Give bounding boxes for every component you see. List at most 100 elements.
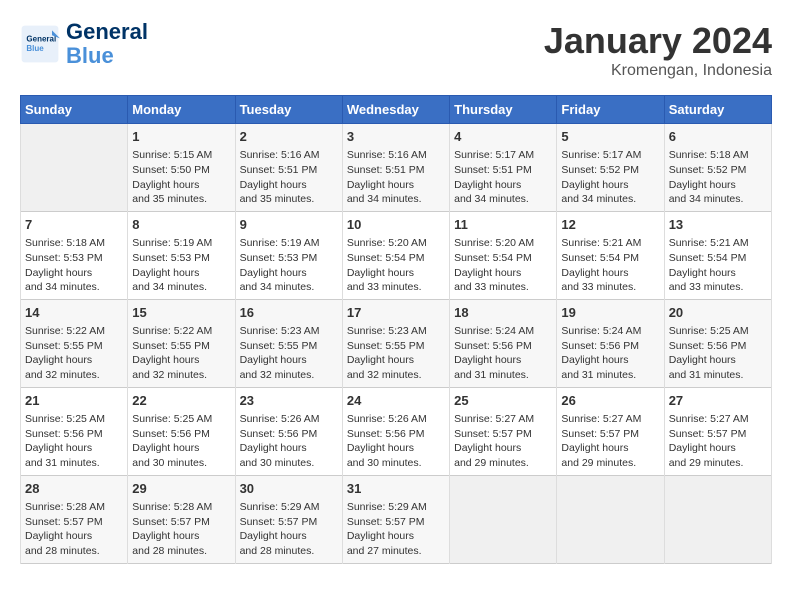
sunrise-label: Sunrise: 5:28 AM xyxy=(25,501,105,513)
day-info: Sunrise: 5:18 AM Sunset: 5:52 PM Dayligh… xyxy=(669,148,767,207)
day-number: 22 xyxy=(132,392,230,410)
daylight-value: and 35 minutes. xyxy=(240,193,315,205)
daylight-value: and 30 minutes. xyxy=(132,457,207,469)
week-row-2: 7 Sunrise: 5:18 AM Sunset: 5:53 PM Dayli… xyxy=(21,211,772,299)
day-number: 13 xyxy=(669,216,767,234)
calendar-cell: 21 Sunrise: 5:25 AM Sunset: 5:56 PM Dayl… xyxy=(21,387,128,475)
daylight-label: Daylight hours xyxy=(25,267,92,279)
sunrise-label: Sunrise: 5:25 AM xyxy=(25,413,105,425)
sunrise-label: Sunrise: 5:28 AM xyxy=(132,501,212,513)
calendar-cell: 16 Sunrise: 5:23 AM Sunset: 5:55 PM Dayl… xyxy=(235,299,342,387)
sunset-label: Sunset: 5:57 PM xyxy=(669,428,747,440)
day-number: 29 xyxy=(132,480,230,498)
daylight-value: and 33 minutes. xyxy=(561,281,636,293)
day-info: Sunrise: 5:25 AM Sunset: 5:56 PM Dayligh… xyxy=(132,412,230,471)
calendar-cell: 26 Sunrise: 5:27 AM Sunset: 5:57 PM Dayl… xyxy=(557,387,664,475)
daylight-label: Daylight hours xyxy=(240,354,307,366)
day-number: 26 xyxy=(561,392,659,410)
sunset-label: Sunset: 5:57 PM xyxy=(454,428,532,440)
daylight-value: and 34 minutes. xyxy=(25,281,100,293)
daylight-value: and 34 minutes. xyxy=(669,193,744,205)
daylight-value: and 31 minutes. xyxy=(669,369,744,381)
daylight-label: Daylight hours xyxy=(240,530,307,542)
daylight-value: and 34 minutes. xyxy=(347,193,422,205)
calendar-cell: 11 Sunrise: 5:20 AM Sunset: 5:54 PM Dayl… xyxy=(450,211,557,299)
calendar-cell: 19 Sunrise: 5:24 AM Sunset: 5:56 PM Dayl… xyxy=(557,299,664,387)
title-section: January 2024 Kromengan, Indonesia xyxy=(544,20,772,80)
daylight-value: and 31 minutes. xyxy=(25,457,100,469)
daylight-label: Daylight hours xyxy=(132,267,199,279)
sunset-label: Sunset: 5:51 PM xyxy=(454,164,532,176)
sunrise-label: Sunrise: 5:24 AM xyxy=(561,325,641,337)
day-number: 16 xyxy=(240,304,338,322)
daylight-value: and 34 minutes. xyxy=(561,193,636,205)
sunset-label: Sunset: 5:56 PM xyxy=(240,428,318,440)
day-number: 4 xyxy=(454,128,552,146)
daylight-label: Daylight hours xyxy=(669,354,736,366)
week-row-3: 14 Sunrise: 5:22 AM Sunset: 5:55 PM Dayl… xyxy=(21,299,772,387)
daylight-label: Daylight hours xyxy=(347,442,414,454)
day-info: Sunrise: 5:18 AM Sunset: 5:53 PM Dayligh… xyxy=(25,236,123,295)
calendar-title: January 2024 xyxy=(544,20,772,62)
day-info: Sunrise: 5:19 AM Sunset: 5:53 PM Dayligh… xyxy=(240,236,338,295)
logo-icon: General Blue xyxy=(20,24,60,64)
sunset-label: Sunset: 5:54 PM xyxy=(347,252,425,264)
daylight-label: Daylight hours xyxy=(454,354,521,366)
calendar-cell: 9 Sunrise: 5:19 AM Sunset: 5:53 PM Dayli… xyxy=(235,211,342,299)
sunrise-label: Sunrise: 5:26 AM xyxy=(240,413,320,425)
sunset-label: Sunset: 5:52 PM xyxy=(669,164,747,176)
sunrise-label: Sunrise: 5:21 AM xyxy=(669,237,749,249)
day-info: Sunrise: 5:27 AM Sunset: 5:57 PM Dayligh… xyxy=(669,412,767,471)
daylight-value: and 34 minutes. xyxy=(132,281,207,293)
svg-text:Blue: Blue xyxy=(26,44,44,53)
sunrise-label: Sunrise: 5:20 AM xyxy=(454,237,534,249)
sunset-label: Sunset: 5:55 PM xyxy=(240,340,318,352)
sunrise-label: Sunrise: 5:27 AM xyxy=(454,413,534,425)
sunset-label: Sunset: 5:56 PM xyxy=(561,340,639,352)
sunset-label: Sunset: 5:54 PM xyxy=(454,252,532,264)
daylight-value: and 28 minutes. xyxy=(132,545,207,557)
calendar-cell xyxy=(664,475,771,563)
sunset-label: Sunset: 5:57 PM xyxy=(240,516,318,528)
day-number: 9 xyxy=(240,216,338,234)
daylight-label: Daylight hours xyxy=(240,179,307,191)
day-info: Sunrise: 5:21 AM Sunset: 5:54 PM Dayligh… xyxy=(561,236,659,295)
sunrise-label: Sunrise: 5:26 AM xyxy=(347,413,427,425)
sunset-label: Sunset: 5:51 PM xyxy=(347,164,425,176)
day-number: 20 xyxy=(669,304,767,322)
sunrise-label: Sunrise: 5:16 AM xyxy=(240,149,320,161)
calendar-cell: 24 Sunrise: 5:26 AM Sunset: 5:56 PM Dayl… xyxy=(342,387,449,475)
daylight-value: and 28 minutes. xyxy=(25,545,100,557)
day-info: Sunrise: 5:27 AM Sunset: 5:57 PM Dayligh… xyxy=(561,412,659,471)
logo-text: GeneralBlue xyxy=(66,20,148,68)
sunrise-label: Sunrise: 5:22 AM xyxy=(132,325,212,337)
calendar-cell: 5 Sunrise: 5:17 AM Sunset: 5:52 PM Dayli… xyxy=(557,124,664,212)
sunset-label: Sunset: 5:55 PM xyxy=(25,340,103,352)
day-number: 5 xyxy=(561,128,659,146)
daylight-label: Daylight hours xyxy=(669,179,736,191)
day-info: Sunrise: 5:29 AM Sunset: 5:57 PM Dayligh… xyxy=(347,500,445,559)
column-header-monday: Monday xyxy=(128,96,235,124)
daylight-label: Daylight hours xyxy=(347,530,414,542)
week-row-5: 28 Sunrise: 5:28 AM Sunset: 5:57 PM Dayl… xyxy=(21,475,772,563)
day-number: 25 xyxy=(454,392,552,410)
day-number: 24 xyxy=(347,392,445,410)
sunset-label: Sunset: 5:51 PM xyxy=(240,164,318,176)
daylight-label: Daylight hours xyxy=(561,354,628,366)
calendar-cell: 2 Sunrise: 5:16 AM Sunset: 5:51 PM Dayli… xyxy=(235,124,342,212)
calendar-cell: 31 Sunrise: 5:29 AM Sunset: 5:57 PM Dayl… xyxy=(342,475,449,563)
column-headers: SundayMondayTuesdayWednesdayThursdayFrid… xyxy=(21,96,772,124)
daylight-value: and 33 minutes. xyxy=(347,281,422,293)
daylight-value: and 32 minutes. xyxy=(132,369,207,381)
column-header-sunday: Sunday xyxy=(21,96,128,124)
daylight-value: and 32 minutes. xyxy=(240,369,315,381)
day-info: Sunrise: 5:27 AM Sunset: 5:57 PM Dayligh… xyxy=(454,412,552,471)
calendar-cell: 15 Sunrise: 5:22 AM Sunset: 5:55 PM Dayl… xyxy=(128,299,235,387)
sunrise-label: Sunrise: 5:18 AM xyxy=(669,149,749,161)
day-number: 10 xyxy=(347,216,445,234)
daylight-value: and 35 minutes. xyxy=(132,193,207,205)
sunrise-label: Sunrise: 5:16 AM xyxy=(347,149,427,161)
day-info: Sunrise: 5:16 AM Sunset: 5:51 PM Dayligh… xyxy=(347,148,445,207)
day-info: Sunrise: 5:16 AM Sunset: 5:51 PM Dayligh… xyxy=(240,148,338,207)
sunrise-label: Sunrise: 5:23 AM xyxy=(240,325,320,337)
